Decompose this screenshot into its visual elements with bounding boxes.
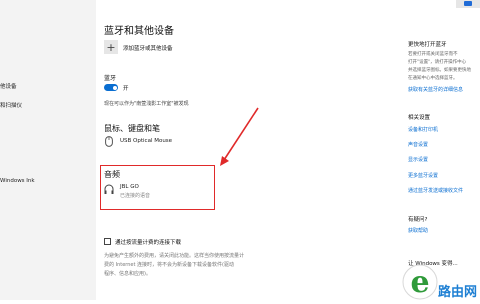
quick-bluetooth-text: 若要打开或关闭蓝牙而不	[408, 52, 458, 57]
sound-settings-link[interactable]: 声音设置	[408, 141, 428, 148]
get-help-link[interactable]: 获取帮助	[408, 227, 428, 234]
corner-button-icon	[464, 1, 472, 6]
watermark-letter: e	[410, 265, 429, 300]
watermark-brand-text: 路由网	[438, 284, 477, 300]
quick-bluetooth-text: 打开"设置"，请打开操作中心	[408, 60, 467, 65]
display-settings-link[interactable]: 显示设置	[408, 156, 428, 163]
right-panel: 更快地打开蓝牙 若要打开或关闭蓝牙而不 打开"设置"，请打开操作中心 并选择蓝牙…	[408, 0, 480, 300]
send-receive-files-link[interactable]: 通过蓝牙发送或接收文件	[408, 187, 463, 194]
quick-bluetooth-text: 在通知中心中选择蓝牙。	[408, 76, 458, 81]
more-bluetooth-settings-link[interactable]: 更多蓝牙设置	[408, 172, 438, 179]
related-settings-heading: 相关设置	[408, 115, 431, 121]
corner-button[interactable]	[456, 0, 480, 8]
quick-bluetooth-text: 并选择蓝牙图标。如果要更快地	[408, 68, 471, 73]
watermark-logo: e 路由网	[402, 256, 480, 300]
quick-bluetooth-heading: 更快地打开蓝牙	[408, 42, 447, 48]
help-heading: 有疑问?	[408, 217, 428, 223]
bluetooth-info-link[interactable]: 获取有关蓝牙的详细信息	[408, 86, 463, 93]
devices-printers-link[interactable]: 设备和打印机	[408, 126, 438, 133]
